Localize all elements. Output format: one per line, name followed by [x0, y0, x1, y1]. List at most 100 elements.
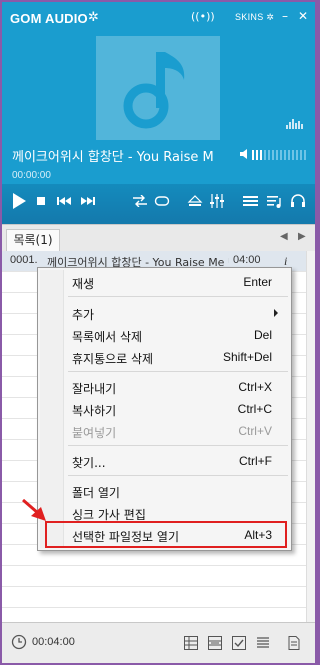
repeat-button[interactable] — [154, 195, 170, 213]
menu-item-shortcut: Del — [253, 328, 272, 342]
playlist-file-icon[interactable] — [286, 635, 302, 651]
app-title: GOM AUDIO — [10, 11, 88, 26]
clock-icon — [11, 634, 27, 650]
menu-separator — [68, 371, 288, 372]
menu-item-label: 붙여넣기 — [72, 426, 117, 440]
play-icon — [13, 193, 26, 209]
menu-item-copy[interactable]: 복사하기 Ctrl+C — [41, 398, 288, 420]
tab-label: 목록(1) — [13, 233, 53, 247]
volume-segment — [304, 150, 306, 160]
empty-row — [2, 587, 315, 608]
menu-item-cut[interactable]: 잘라내기 Ctrl+X — [41, 376, 288, 398]
menu-item-shortcut: Ctrl+C — [237, 402, 272, 416]
stop-icon — [37, 197, 45, 205]
total-time: 00:04:00 — [32, 636, 75, 648]
menu-item-label: 추가 — [72, 308, 95, 322]
eject-icon — [187, 195, 203, 206]
music-note-icon — [123, 52, 185, 129]
now-playing-title: 께이크어위시 합창단 - You Raise M — [12, 150, 214, 165]
menu-item-label: 폴더 열기 — [72, 486, 120, 500]
menu-item-paste: 붙여넣기 Ctrl+V — [41, 420, 288, 442]
playlist-tabbar: 목록(1) ◀ ▶ — [2, 224, 315, 252]
next-button[interactable] — [81, 196, 95, 214]
menu-item-label: 잘라내기 — [72, 382, 117, 396]
volume-segment — [272, 150, 274, 160]
list-icon — [243, 196, 258, 206]
seek-bar[interactable] — [10, 185, 308, 187]
lyrics-button[interactable] — [267, 195, 283, 213]
menu-item-delete-to-trash[interactable]: 휴지통으로 삭제 Shift+Del — [41, 346, 288, 368]
annotation-highlight-box — [45, 521, 287, 548]
play-button[interactable] — [11, 192, 27, 210]
menu-item-label: 재생 — [72, 277, 95, 291]
menu-item-shortcut: Ctrl+V — [238, 424, 272, 438]
item-index: 0001. — [10, 254, 38, 266]
skins-button[interactable]: SKINS ✲ — [235, 12, 274, 23]
speaker-icon[interactable] — [239, 148, 251, 160]
menu-item-remove-from-list[interactable]: 목록에서 삭제 Del — [41, 324, 288, 346]
headset-icon — [291, 194, 305, 207]
menu-item-shortcut: Enter — [243, 275, 272, 289]
menu-item-label: 휴지통으로 삭제 — [72, 352, 154, 366]
volume-segment — [284, 150, 286, 160]
playlist-footer: 00:04:00 — [2, 622, 315, 663]
gom-audio-window: GOM AUDIO ✲ ((•)) SKINS ✲ – ✕ 께이크어위시 합창단… — [2, 2, 315, 663]
empty-row — [2, 566, 315, 587]
add-file-icon[interactable] — [183, 635, 199, 651]
next-icon — [81, 197, 95, 205]
menu-item-label: 복사하기 — [72, 404, 117, 418]
volume-segment — [276, 150, 278, 160]
current-time: 00:00:00 — [12, 170, 51, 181]
skins-label: SKINS — [235, 12, 264, 22]
shuffle-icon — [133, 195, 147, 207]
menu-item-shortcut: Ctrl+F — [239, 454, 272, 468]
menu-item-shortcut: Ctrl+X — [238, 380, 272, 394]
select-icon[interactable] — [231, 635, 247, 651]
volume-segment — [256, 150, 258, 160]
volume-segment — [252, 150, 254, 160]
player-panel: GOM AUDIO ✲ ((•)) SKINS ✲ – ✕ 께이크어위시 합창단… — [2, 2, 315, 224]
settings-gear-icon[interactable]: ✲ — [88, 10, 99, 25]
menu-item-open-folder[interactable]: 폴더 열기 — [41, 480, 288, 502]
stop-button[interactable] — [36, 196, 46, 214]
menu-item-find[interactable]: 찾기... Ctrl+F — [41, 450, 288, 472]
menu-item-label: 목록에서 삭제 — [72, 330, 143, 344]
menu-item-shortcut: Shift+Del — [222, 350, 272, 364]
previous-button[interactable] — [57, 196, 71, 214]
volume-segment — [264, 150, 266, 160]
sort-icon[interactable] — [255, 635, 271, 651]
tab-prev-arrow-icon[interactable]: ◀ — [280, 231, 288, 242]
remove-file-icon[interactable] — [207, 635, 223, 651]
menu-separator — [68, 296, 288, 297]
tab-next-arrow-icon[interactable]: ▶ — [298, 231, 306, 242]
playlist-scrollbar[interactable] — [306, 251, 315, 622]
headset-button[interactable] — [290, 194, 306, 212]
volume-segment — [268, 150, 270, 160]
menu-item-play[interactable]: 재생 Enter — [41, 271, 288, 293]
context-menu: 재생 Enter 추가 목록에서 삭제 Del 휴지통으로 삭제 Shift+D… — [37, 267, 292, 551]
menu-separator — [68, 445, 288, 446]
broadcast-icon[interactable]: ((•)) — [191, 10, 215, 23]
volume-segment — [288, 150, 290, 160]
close-button[interactable]: ✕ — [296, 9, 310, 23]
open-button[interactable] — [187, 195, 203, 213]
lyrics-icon — [267, 196, 281, 208]
volume-segment — [296, 150, 298, 160]
previous-icon — [57, 197, 71, 205]
volume-segment — [260, 150, 262, 160]
repeat-icon — [154, 196, 170, 206]
volume-segment — [280, 150, 282, 160]
equalizer-button[interactable] — [209, 194, 225, 212]
playlist-button[interactable] — [243, 195, 258, 213]
volume-segment — [300, 150, 302, 160]
album-art — [96, 36, 220, 140]
volume-segment — [292, 150, 294, 160]
spectrum-icon — [286, 119, 304, 129]
equalizer-icon — [210, 194, 224, 208]
volume-slider[interactable] — [252, 150, 308, 160]
tab-playlist[interactable]: 목록(1) — [6, 229, 60, 252]
minimize-button[interactable]: – — [278, 9, 292, 23]
menu-item-add[interactable]: 추가 — [41, 302, 288, 324]
menu-item-label: 찾기... — [72, 456, 106, 470]
shuffle-button[interactable] — [132, 195, 148, 213]
